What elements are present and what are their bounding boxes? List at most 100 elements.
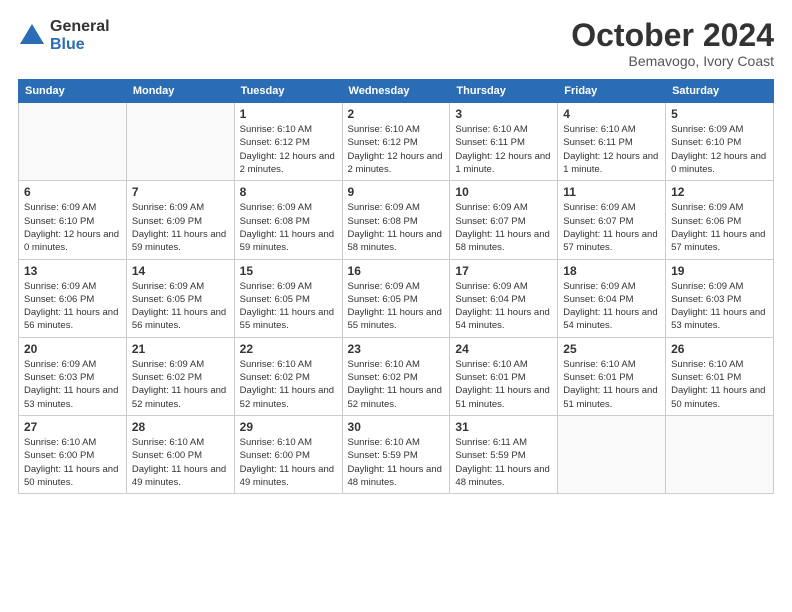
- table-row: 4Sunrise: 6:10 AMSunset: 6:11 PMDaylight…: [558, 103, 666, 181]
- table-row: 15Sunrise: 6:09 AMSunset: 6:05 PMDayligh…: [234, 259, 342, 337]
- day-number: 17: [455, 264, 552, 278]
- logo-text: General Blue: [50, 18, 110, 53]
- table-row: 19Sunrise: 6:09 AMSunset: 6:03 PMDayligh…: [666, 259, 774, 337]
- table-row: 7 Sunrise: 6:09 AMSunset: 6:09 PMDaylight…: [126, 181, 234, 259]
- day-info: Sunrise: 6:10 AMSunset: 6:12 PMDaylight:…: [348, 123, 445, 176]
- header-wednesday: Wednesday: [342, 80, 450, 103]
- day-info: Sunrise: 6:10 AMSunset: 6:00 PMDaylight:…: [132, 436, 229, 489]
- table-row: 6 Sunrise: 6:09 AMSunset: 6:10 PMDaylight…: [19, 181, 127, 259]
- generalblue-logo-icon: [18, 22, 46, 50]
- table-row: 3Sunrise: 6:10 AMSunset: 6:11 PMDaylight…: [450, 103, 558, 181]
- day-info: Sunrise: 6:09 AMSunset: 6:06 PMDaylight:…: [671, 201, 768, 254]
- day-number: 13: [24, 264, 121, 278]
- day-number: 31: [455, 420, 552, 434]
- day-number: 9: [348, 185, 445, 199]
- day-info: Sunrise: 6:09 AMSunset: 6:04 PMDaylight:…: [455, 280, 552, 333]
- day-info: Sunrise: 6:09 AMSunset: 6:03 PMDaylight:…: [24, 358, 121, 411]
- calendar-week-row: 27 Sunrise: 6:10 AMSunset: 6:00 PMDayligh…: [19, 415, 774, 493]
- day-number: 27: [24, 420, 121, 434]
- day-number: 8: [240, 185, 337, 199]
- header-monday: Monday: [126, 80, 234, 103]
- table-row: [558, 415, 666, 493]
- day-info: Sunrise: 6:10 AMSunset: 6:11 PMDaylight:…: [455, 123, 552, 176]
- day-number: 28: [132, 420, 229, 434]
- day-number: 22: [240, 342, 337, 356]
- header-friday: Friday: [558, 80, 666, 103]
- header-saturday: Saturday: [666, 80, 774, 103]
- day-info: Sunrise: 6:10 AMSunset: 5:59 PMDaylight:…: [348, 436, 445, 489]
- day-info: Sunrise: 6:10 AMSunset: 6:02 PMDaylight:…: [240, 358, 337, 411]
- day-info: Sunrise: 6:09 AMSunset: 6:02 PMDaylight:…: [132, 358, 229, 411]
- month-title: October 2024: [571, 18, 774, 53]
- table-row: 18Sunrise: 6:09 AMSunset: 6:04 PMDayligh…: [558, 259, 666, 337]
- logo-blue: Blue: [50, 36, 110, 54]
- table-row: 28 Sunrise: 6:10 AMSunset: 6:00 PMDayligh…: [126, 415, 234, 493]
- day-info: Sunrise: 6:09 AMSunset: 6:10 PMDaylight:…: [24, 201, 121, 254]
- table-row: 31 Sunrise: 6:11 AMSunset: 5:59 PMDayligh…: [450, 415, 558, 493]
- table-row: 27 Sunrise: 6:10 AMSunset: 6:00 PMDayligh…: [19, 415, 127, 493]
- table-row: 20 Sunrise: 6:09 AMSunset: 6:03 PMDayligh…: [19, 337, 127, 415]
- day-number: 20: [24, 342, 121, 356]
- day-info: Sunrise: 6:10 AMSunset: 6:00 PMDaylight:…: [240, 436, 337, 489]
- day-info: Sunrise: 6:11 AMSunset: 5:59 PMDaylight:…: [455, 436, 552, 489]
- logo: General Blue: [18, 18, 110, 53]
- day-number: 23: [348, 342, 445, 356]
- calendar-week-row: 1 Sunrise: 6:10 AMSunset: 6:12 PMDaylight…: [19, 103, 774, 181]
- day-info: Sunrise: 6:09 AMSunset: 6:05 PMDaylight:…: [132, 280, 229, 333]
- day-number: 29: [240, 420, 337, 434]
- table-row: 23Sunrise: 6:10 AMSunset: 6:02 PMDayligh…: [342, 337, 450, 415]
- day-number: 11: [563, 185, 660, 199]
- table-row: 8 Sunrise: 6:09 AMSunset: 6:08 PMDaylight…: [234, 181, 342, 259]
- header: General Blue October 2024 Bemavogo, Ivor…: [18, 18, 774, 69]
- day-number: 30: [348, 420, 445, 434]
- title-block: October 2024 Bemavogo, Ivory Coast: [571, 18, 774, 69]
- table-row: 26Sunrise: 6:10 AMSunset: 6:01 PMDayligh…: [666, 337, 774, 415]
- table-row: 22 Sunrise: 6:10 AMSunset: 6:02 PMDayligh…: [234, 337, 342, 415]
- day-info: Sunrise: 6:09 AMSunset: 6:03 PMDaylight:…: [671, 280, 768, 333]
- table-row: 25 Sunrise: 6:10 AMSunset: 6:01 PMDayligh…: [558, 337, 666, 415]
- table-row: 12 Sunrise: 6:09 AMSunset: 6:06 PMDayligh…: [666, 181, 774, 259]
- table-row: 17 Sunrise: 6:09 AMSunset: 6:04 PMDayligh…: [450, 259, 558, 337]
- day-info: Sunrise: 6:10 AMSunset: 6:00 PMDaylight:…: [24, 436, 121, 489]
- day-number: 2: [348, 107, 445, 121]
- table-row: [126, 103, 234, 181]
- logo-general: General: [50, 18, 110, 36]
- day-number: 6: [24, 185, 121, 199]
- day-number: 16: [348, 264, 445, 278]
- day-info: Sunrise: 6:09 AMSunset: 6:06 PMDaylight:…: [24, 280, 121, 333]
- table-row: 30 Sunrise: 6:10 AMSunset: 5:59 PMDayligh…: [342, 415, 450, 493]
- calendar-week-row: 20 Sunrise: 6:09 AMSunset: 6:03 PMDayligh…: [19, 337, 774, 415]
- table-row: [19, 103, 127, 181]
- day-info: Sunrise: 6:09 AMSunset: 6:09 PMDaylight:…: [132, 201, 229, 254]
- header-tuesday: Tuesday: [234, 80, 342, 103]
- day-number: 18: [563, 264, 660, 278]
- day-info: Sunrise: 6:10 AMSunset: 6:01 PMDaylight:…: [455, 358, 552, 411]
- location: Bemavogo, Ivory Coast: [571, 53, 774, 69]
- table-row: 11Sunrise: 6:09 AMSunset: 6:07 PMDayligh…: [558, 181, 666, 259]
- day-number: 1: [240, 107, 337, 121]
- day-number: 12: [671, 185, 768, 199]
- table-row: 2 Sunrise: 6:10 AMSunset: 6:12 PMDaylight…: [342, 103, 450, 181]
- day-number: 26: [671, 342, 768, 356]
- table-row: 9Sunrise: 6:09 AMSunset: 6:08 PMDaylight…: [342, 181, 450, 259]
- calendar-table: Sunday Monday Tuesday Wednesday Thursday…: [18, 79, 774, 494]
- table-row: 13 Sunrise: 6:09 AMSunset: 6:06 PMDayligh…: [19, 259, 127, 337]
- day-number: 10: [455, 185, 552, 199]
- table-row: 10Sunrise: 6:09 AMSunset: 6:07 PMDayligh…: [450, 181, 558, 259]
- day-info: Sunrise: 6:09 AMSunset: 6:05 PMDaylight:…: [240, 280, 337, 333]
- header-thursday: Thursday: [450, 80, 558, 103]
- day-number: 25: [563, 342, 660, 356]
- day-info: Sunrise: 6:10 AMSunset: 6:12 PMDaylight:…: [240, 123, 337, 176]
- day-number: 7: [132, 185, 229, 199]
- day-number: 21: [132, 342, 229, 356]
- day-info: Sunrise: 6:09 AMSunset: 6:10 PMDaylight:…: [671, 123, 768, 176]
- day-info: Sunrise: 6:10 AMSunset: 6:01 PMDaylight:…: [563, 358, 660, 411]
- day-number: 14: [132, 264, 229, 278]
- table-row: 24Sunrise: 6:10 AMSunset: 6:01 PMDayligh…: [450, 337, 558, 415]
- weekday-header-row: Sunday Monday Tuesday Wednesday Thursday…: [19, 80, 774, 103]
- day-number: 4: [563, 107, 660, 121]
- day-info: Sunrise: 6:09 AMSunset: 6:08 PMDaylight:…: [240, 201, 337, 254]
- day-info: Sunrise: 6:09 AMSunset: 6:05 PMDaylight:…: [348, 280, 445, 333]
- table-row: 5Sunrise: 6:09 AMSunset: 6:10 PMDaylight…: [666, 103, 774, 181]
- header-sunday: Sunday: [19, 80, 127, 103]
